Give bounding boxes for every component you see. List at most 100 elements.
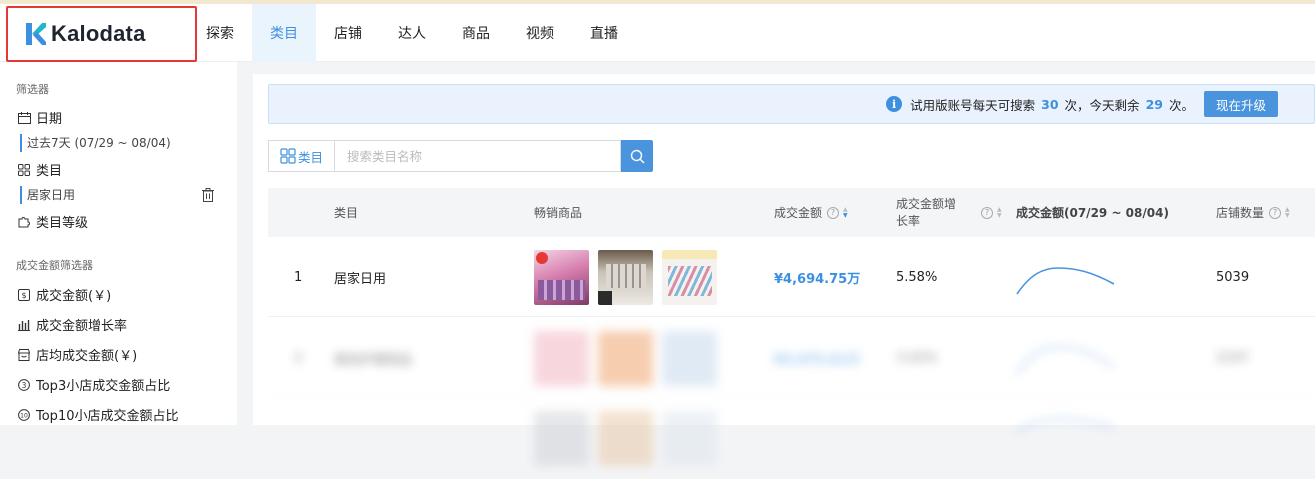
banner-text-b: 次，今天剩余 (1064, 97, 1140, 113)
nav-product[interactable]: 商品 (444, 4, 508, 62)
date-label: 日期 (36, 112, 63, 127)
remaining-search-count: 29 (1145, 96, 1163, 112)
gmv-filter-label: 成交金额(￥) (36, 289, 112, 304)
table-row[interactable]: 1 居家日用 ¥4,694.75万 5.58% 5039 (268, 237, 1315, 317)
top10-share-filter[interactable]: 10 Top10小店成交金额占比 (16, 405, 178, 424)
avg-shop-gmv-filter-label: 店均成交金额(￥) (36, 349, 138, 364)
product-thumbnail[interactable] (534, 330, 589, 386)
col-shop-count[interactable]: 店铺数量 ? ▲ ▼ (1216, 188, 1290, 237)
nav-video[interactable]: 视频 (508, 4, 572, 62)
grid-icon (280, 148, 296, 164)
col-gmv-growth-controls[interactable]: ? ▲ ▼ (976, 188, 1002, 237)
gmv-growth-filter[interactable]: 成交金额增长率 (16, 315, 127, 334)
grid-icon (16, 163, 32, 177)
col-gmv[interactable]: 成交金额 ? ▲ ▼ (774, 188, 848, 237)
gmv-filters-title: 成交金额筛选器 (16, 259, 93, 272)
product-thumbnail[interactable] (598, 330, 653, 386)
gmv-filter[interactable]: $ 成交金额(￥) (16, 285, 111, 304)
category-search-input[interactable] (334, 140, 621, 172)
nav-creator[interactable]: 达人 (380, 4, 444, 62)
table-header: 类目 畅销商品 成交金额 ? ▲ ▼ 成交金额增长率 ? ▲ ▼ 成交金额(07/2… (268, 188, 1315, 237)
sort-icon[interactable]: ▲ ▼ (843, 206, 848, 219)
gmv-growth-filter-label: 成交金额增长率 (36, 319, 128, 334)
top3-share-filter[interactable]: 3 Top3小店成交金额占比 (16, 375, 170, 394)
row-rank: 2 (294, 350, 303, 366)
row-category[interactable]: 居家日用 (334, 237, 386, 317)
category-search-type-button[interactable]: 类目 (268, 140, 334, 172)
trash-icon[interactable] (202, 188, 214, 202)
row-gmv-growth: 5.58% (896, 269, 938, 285)
store-icon (16, 348, 32, 362)
product-thumbnail[interactable] (598, 411, 653, 466)
product-thumbnail[interactable] (662, 411, 717, 466)
gmv-trend-sparkline (1016, 318, 1116, 398)
nav-shop[interactable]: 店铺 (316, 4, 380, 62)
row-category[interactable]: 美妆护理用品 (334, 318, 412, 398)
top-products (534, 318, 726, 398)
banner-text-a: 试用版账号每天可搜索 (910, 97, 1036, 113)
col-gmv-growth-label[interactable]: 成交金额增长率 (896, 188, 966, 237)
col-top-products: 畅销商品 (534, 206, 583, 220)
col-gmv-label: 成交金额 (774, 206, 823, 220)
category-filter[interactable]: 类目 (16, 160, 62, 179)
main-nav: 探索 类目 店铺 达人 商品 视频 直播 (188, 4, 636, 62)
col-shop-count-label: 店铺数量 (1216, 206, 1265, 220)
nav-live[interactable]: 直播 (572, 4, 636, 62)
avg-shop-gmv-filter[interactable]: 店均成交金额(￥) (16, 345, 137, 364)
filters-title: 筛选器 (16, 83, 49, 96)
category-label: 类目 (36, 164, 63, 179)
product-thumbnail[interactable] (662, 249, 717, 305)
col-gmv-trend: 成交金额(07/29 ~ 08/04) (1016, 206, 1169, 220)
date-value[interactable]: 过去7天 (07/29 ~ 08/04) (20, 134, 171, 152)
product-thumbnail[interactable] (662, 330, 717, 386)
product-thumbnail[interactable] (598, 249, 653, 305)
row-gmv: ¥4,694.75万 (774, 271, 861, 287)
number-3-icon: 3 (16, 378, 32, 392)
category-value[interactable]: 居家日用 (20, 186, 75, 204)
gmv-trend-sparkline (1016, 237, 1116, 317)
sort-icon[interactable]: ▲ ▼ (997, 206, 1002, 219)
puzzle-icon (16, 215, 32, 229)
bar-chart-icon (16, 318, 32, 332)
date-filter[interactable]: 日期 (16, 108, 62, 127)
svg-text:$: $ (21, 291, 26, 300)
svg-text:3: 3 (22, 380, 27, 389)
filter-sidebar: 筛选器 日期 过去7天 (07/29 ~ 08/04) 类目 居家日用 类目等级… (0, 62, 237, 425)
number-10-icon: 10 (16, 408, 32, 422)
help-icon[interactable]: ? (827, 206, 840, 219)
help-icon[interactable]: ? (981, 206, 993, 219)
category-level-label: 类目等级 (36, 216, 89, 231)
category-search-type-label: 类目 (297, 149, 323, 165)
top3-share-filter-label: Top3小店成交金额占比 (36, 379, 171, 394)
top10-share-filter-label: Top10小店成交金额占比 (36, 409, 179, 424)
daily-search-count: 30 (1041, 96, 1059, 112)
main-panel: i 试用版账号每天可搜索 30 次，今天剩余 29 次。 现在升级 类目 类目 … (253, 74, 1315, 466)
row-shop-count: 5039 (1216, 269, 1250, 285)
col-category: 类目 (334, 206, 359, 220)
product-thumbnail[interactable] (534, 249, 589, 305)
search-bar: 类目 (268, 140, 653, 172)
help-icon[interactable]: ? (1269, 206, 1282, 219)
header: Kalodata 探索 类目 店铺 达人 商品 视频 直播 (0, 4, 1315, 62)
table-row[interactable]: 2 美妆护理用品 ¥3,975.61万 3.42% 2197 (268, 318, 1315, 398)
logo-text: Kalodata (51, 21, 146, 46)
money-box-icon: $ (16, 288, 32, 302)
category-level-filter[interactable]: 类目等级 (16, 212, 88, 231)
top-products (534, 399, 726, 479)
nav-category[interactable]: 类目 (252, 4, 316, 62)
logo[interactable]: Kalodata (6, 6, 197, 62)
row-rank: 1 (294, 269, 303, 285)
row-gmv-growth: 3.42% (896, 350, 938, 366)
banner-text-c: 次。 (1168, 97, 1194, 113)
calendar-icon (16, 111, 32, 125)
sort-icon[interactable]: ▲ ▼ (1285, 206, 1290, 219)
row-gmv: ¥3,975.61万 (774, 352, 861, 368)
search-button[interactable] (621, 140, 653, 172)
product-thumbnail[interactable] (534, 411, 589, 466)
trial-banner: i 试用版账号每天可搜索 30 次，今天剩余 29 次。 现在升级 (268, 84, 1315, 124)
search-icon (630, 149, 644, 163)
gmv-trend-sparkline (1016, 399, 1116, 479)
nav-explore[interactable]: 探索 (188, 4, 252, 62)
upgrade-button[interactable]: 现在升级 (1203, 91, 1278, 117)
table-row[interactable] (268, 399, 1315, 479)
